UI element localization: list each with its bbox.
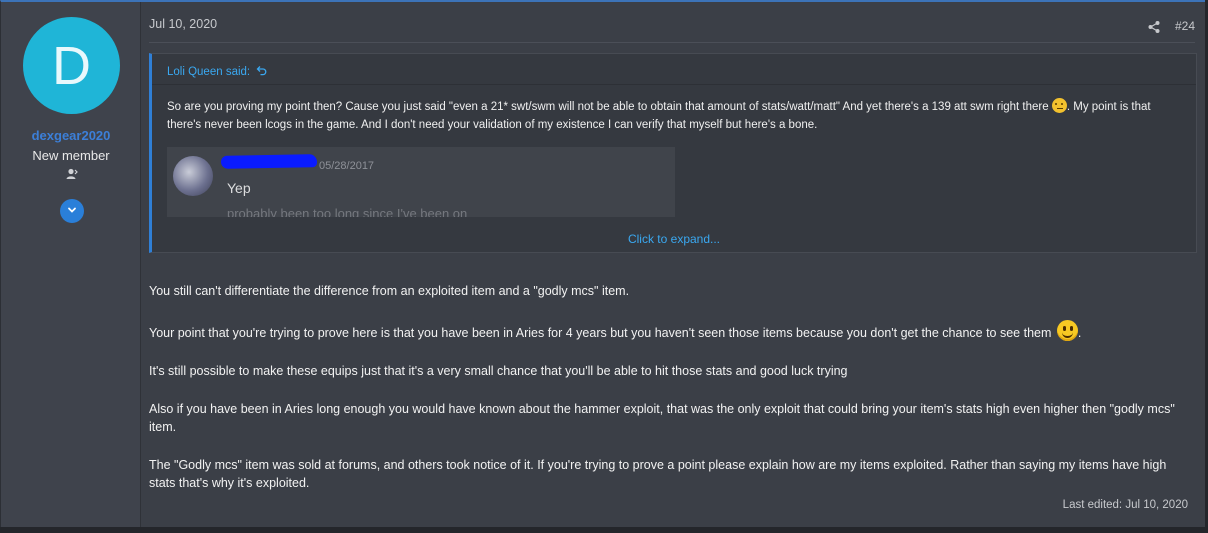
body-paragraph: It's still possible to make these equips… bbox=[149, 364, 848, 378]
message-main: Jul 10, 2020 #24 Loli Queen said: So are… bbox=[141, 2, 1205, 527]
avatar[interactable]: D bbox=[23, 17, 120, 114]
post-number-link[interactable]: #24 bbox=[1175, 19, 1195, 33]
chevron-down-icon bbox=[67, 202, 77, 220]
last-edited: Last edited: Jul 10, 2020 bbox=[1062, 499, 1188, 511]
body-text-run: Your point that you're trying to prove h… bbox=[149, 326, 1055, 340]
click-to-expand-link[interactable]: Click to expand... bbox=[152, 232, 1196, 246]
smile-emoji-icon bbox=[1056, 320, 1078, 341]
user-title: New member bbox=[32, 148, 110, 163]
header-divider bbox=[149, 42, 1195, 43]
message-post: D dexgear2020 New member Jul 10, 2020 #2… bbox=[0, 0, 1205, 527]
embed-faded-message: probably been too long since I've been o… bbox=[227, 206, 468, 217]
share-icon[interactable] bbox=[1147, 20, 1161, 34]
embed-date: 05/28/2017 bbox=[319, 160, 375, 172]
body-paragraph: The "Godly mcs" item was sold at forums,… bbox=[149, 458, 1167, 490]
avatar-letter: D bbox=[52, 35, 91, 96]
redaction-mark bbox=[220, 154, 318, 169]
arrow-up-left-icon[interactable] bbox=[256, 65, 267, 79]
body-paragraph: You still can't differentiate the differ… bbox=[149, 284, 630, 298]
body-paragraph: Also if you have been in Aries long enou… bbox=[149, 402, 1175, 434]
embed-avatar bbox=[173, 156, 213, 196]
body-paragraph: Your point that you're trying to prove h… bbox=[149, 320, 1189, 342]
quote-author[interactable]: Loli Queen said: bbox=[167, 66, 250, 78]
username-link[interactable]: dexgear2020 bbox=[1, 128, 141, 143]
quote-text: So are you proving my point then? Cause … bbox=[167, 98, 1187, 134]
user-info-panel: D dexgear2020 New member bbox=[1, 2, 141, 527]
body-text-run: . bbox=[1077, 326, 1082, 340]
thinking-emoji-icon bbox=[1051, 98, 1067, 113]
embed-message: Yep bbox=[227, 180, 251, 196]
post-date[interactable]: Jul 10, 2020 bbox=[149, 17, 217, 31]
post-body: You still can't differentiate the differ… bbox=[149, 282, 1189, 512]
quote-block: Loli Queen said: So are you proving my p… bbox=[149, 53, 1197, 253]
quote-text-part1: So are you proving my point then? Cause … bbox=[167, 101, 1052, 113]
quoted-image: 05/28/2017 Yep probably been too long si… bbox=[167, 147, 675, 217]
user-extras-toggle[interactable] bbox=[60, 199, 84, 223]
quote-divider bbox=[152, 84, 1196, 85]
quote-header[interactable]: Loli Queen said: bbox=[167, 65, 267, 79]
user-icon bbox=[65, 167, 79, 181]
